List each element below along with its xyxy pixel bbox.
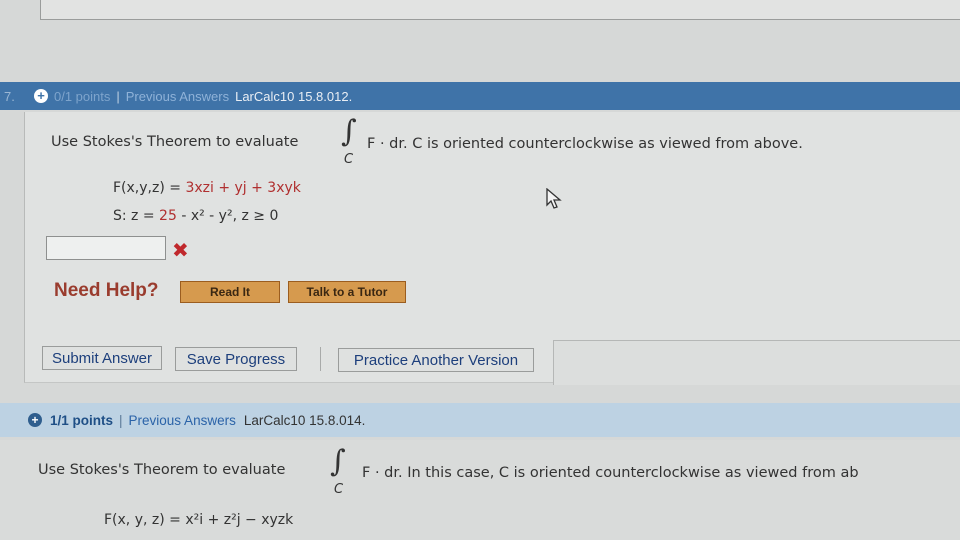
prompt-end: F · dr. C is oriented counterclockwise a… — [367, 136, 803, 152]
read-it-button[interactable]: Read It — [180, 281, 280, 303]
arrow-cursor-icon — [546, 188, 562, 209]
prompt-start: Use Stokes's Theorem to evaluate — [51, 134, 299, 150]
vector-field-rhs: 3xzi + yj + 3xyk — [185, 180, 301, 196]
surface-lhs: S: z = — [113, 208, 160, 224]
surface-rhs: - x² - y², z ≥ 0 — [176, 208, 279, 224]
question-reference: LarCalc10 15.8.014. — [243, 412, 366, 428]
practice-another-version-button[interactable]: Practice Another Version — [338, 348, 534, 372]
previous-answers-link[interactable]: Previous Answers — [129, 413, 236, 428]
talk-to-tutor-button[interactable]: Talk to a Tutor — [288, 281, 406, 303]
vector-field: F(x,y,z) = 3xzi + yj + 3xyk — [113, 180, 301, 196]
header-separator: | — [119, 412, 123, 428]
incorrect-x-icon: ✖ — [172, 238, 189, 262]
points-label: 0/1 points — [54, 88, 111, 104]
header-separator: | — [116, 88, 120, 104]
answer-input[interactable] — [46, 236, 166, 260]
vector-field-lhs: F(x,y,z) = — [113, 180, 186, 196]
submit-answer-button[interactable]: Submit Answer — [42, 346, 162, 370]
button-divider — [320, 347, 321, 371]
save-progress-button[interactable]: Save Progress — [175, 347, 297, 371]
surface-constant: 25 — [159, 208, 177, 224]
expand-plus-icon[interactable]: + — [34, 89, 48, 103]
points-label: 1/1 points — [50, 412, 114, 428]
need-help-label: Need Help? — [54, 280, 159, 301]
question-number: 7. — [4, 88, 15, 104]
integral-symbol: ∫ — [341, 114, 357, 149]
prompt-start: Use Stokes's Theorem to evaluate — [38, 462, 286, 478]
previous-answers-link[interactable]: Previous Answers — [126, 89, 229, 104]
integral-subscript: C — [334, 482, 344, 497]
integral-subscript: C — [344, 152, 354, 167]
question-reference: LarCalc10 15.8.012. — [235, 88, 353, 104]
question-8-header: + 1/1 points | Previous Answers LarCalc1… — [0, 403, 960, 437]
vector-field: F(x, y, z) = x²i + z²j − xyzk — [104, 512, 294, 528]
question-7-header: 7. + 0/1 points | Previous Answers LarCa… — [0, 82, 960, 110]
practice-area — [553, 340, 960, 385]
surface-definition: S: z = 25 - x² - y², z ≥ 0 — [113, 208, 278, 224]
integral-symbol: ∫ — [330, 444, 346, 479]
prompt-end: F · dr. In this case, C is oriented coun… — [362, 465, 859, 481]
previous-question-box — [40, 0, 960, 20]
expand-plus-icon[interactable]: + — [28, 413, 42, 427]
question-8-panel: Use Stokes's Theorem to evaluate ∫ C F ·… — [0, 440, 960, 540]
